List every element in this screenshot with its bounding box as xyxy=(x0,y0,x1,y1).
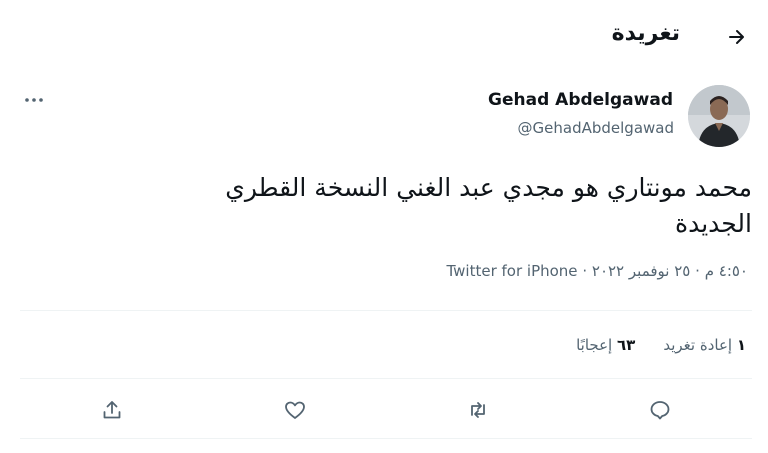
tweet-page: تغريدة Gehad Abdelgawad @GehadAbdelgawad… xyxy=(0,0,768,453)
author-name[interactable]: Gehad Abdelgawad xyxy=(488,90,673,110)
retweet-button[interactable] xyxy=(458,390,498,430)
share-button[interactable] xyxy=(92,390,132,430)
avatar[interactable] xyxy=(688,85,750,147)
divider xyxy=(20,438,752,439)
tweet-date[interactable]: ٢٥ نوفمبر ٢٠٢٢ xyxy=(592,262,690,280)
tweet-source[interactable]: Twitter for iPhone xyxy=(446,262,577,280)
retweets-label: إعادة تغريد xyxy=(663,336,733,354)
meta-separator: · xyxy=(695,262,700,280)
author-handle[interactable]: @GehadAbdelgawad xyxy=(518,119,674,137)
more-dots-icon xyxy=(25,98,43,102)
reply-button[interactable] xyxy=(640,390,680,430)
divider xyxy=(20,378,752,379)
tweet-meta: ٤:٥٠ م · ٢٥ نوفمبر ٢٠٢٢ · Twitter for iP… xyxy=(446,262,748,280)
arrow-right-icon xyxy=(729,30,744,44)
tweet-stats: ١ إعادة تغريد ٦٣ إعجابًا xyxy=(576,336,746,354)
like-button[interactable] xyxy=(275,390,315,430)
likes-count: ٦٣ xyxy=(617,336,636,354)
more-button[interactable] xyxy=(20,86,48,114)
reply-icon xyxy=(650,401,670,420)
divider xyxy=(20,310,752,311)
tweet-text: محمد مونتاري هو مجدي عبد الغني النسخة ال… xyxy=(72,170,752,242)
meta-separator: · xyxy=(582,262,588,280)
retweet-icon xyxy=(471,402,485,418)
likes-label: إعجابًا xyxy=(576,336,613,354)
share-icon xyxy=(103,401,121,419)
header: تغريدة xyxy=(0,0,768,72)
avatar-photo-icon xyxy=(688,85,750,147)
tweet-text-line: الجديدة xyxy=(674,209,752,238)
back-button[interactable] xyxy=(720,20,754,54)
retweets-count: ١ xyxy=(736,336,746,354)
page-title: تغريدة xyxy=(611,21,680,46)
heart-icon xyxy=(285,401,305,419)
tweet-actions xyxy=(0,390,768,430)
tweet-time[interactable]: ٤:٥٠ م xyxy=(705,262,748,280)
tweet-text-line: محمد مونتاري هو مجدي عبد الغني النسخة ال… xyxy=(225,173,752,202)
retweets-stat[interactable]: ١ إعادة تغريد xyxy=(663,336,746,354)
likes-stat[interactable]: ٦٣ إعجابًا xyxy=(576,336,635,354)
